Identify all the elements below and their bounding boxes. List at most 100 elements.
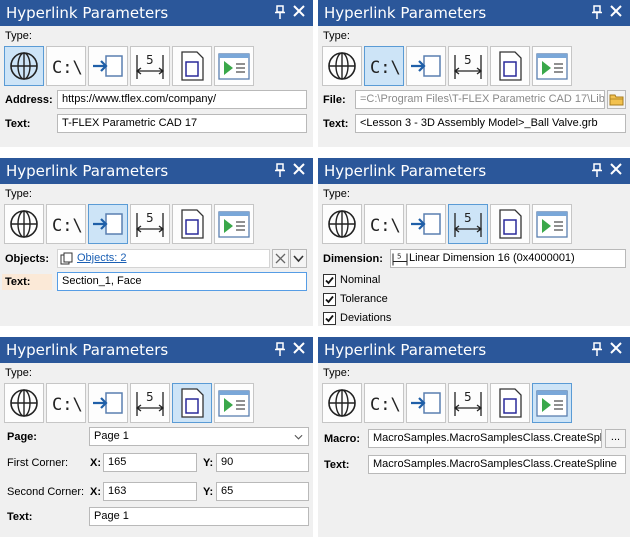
drive-path-icon: C:\ (370, 395, 401, 415)
close-icon[interactable] (293, 163, 305, 175)
type-icon-bar: C:\ 5 (322, 383, 574, 423)
address-input[interactable]: https://www.tflex.com/company/ (57, 90, 307, 109)
type-page-button[interactable] (172, 204, 212, 244)
svg-text:5: 5 (464, 390, 472, 404)
type-label: Type: (5, 367, 32, 379)
text-input[interactable]: Page 1 (89, 507, 309, 526)
type-object-button[interactable] (406, 204, 446, 244)
svg-text:5: 5 (464, 211, 472, 225)
text-input[interactable]: Section_1, Face (57, 272, 307, 291)
first-corner-y-input[interactable]: 90 (216, 453, 309, 472)
type-url-button[interactable] (322, 204, 362, 244)
deviations-checkbox[interactable] (323, 312, 336, 325)
type-file-button[interactable]: C:\ (364, 204, 404, 244)
type-object-button[interactable] (88, 383, 128, 423)
file-path-input[interactable]: =C:\Program Files\T-FLEX Parametric CAD … (355, 90, 605, 109)
type-page-button[interactable] (172, 46, 212, 86)
type-object-button[interactable] (406, 46, 446, 86)
text-input[interactable]: T-FLEX Parametric CAD 17 (57, 114, 307, 133)
type-icon-bar: C:\ 5 (4, 46, 256, 86)
globe-icon (328, 389, 356, 417)
type-file-button[interactable]: C:\ (46, 383, 86, 423)
type-dimension-button[interactable]: 5 (448, 383, 488, 423)
second-corner-y-input[interactable]: 65 (216, 482, 309, 501)
type-file-button[interactable]: C:\ (46, 204, 86, 244)
second-y-label: Y: (203, 486, 214, 498)
panel-title: Hyperlink Parameters (6, 162, 169, 180)
text-input[interactable]: MacroSamples.MacroSamplesClass.CreateSpl… (368, 455, 626, 474)
close-icon[interactable] (610, 5, 622, 17)
type-dimension-button[interactable]: 5 (448, 204, 488, 244)
dimension-small-icon: 5 (392, 253, 408, 266)
globe-icon (328, 210, 356, 238)
type-macro-button[interactable] (532, 383, 572, 423)
panel-title-bar: Hyperlink Parameters (318, 0, 630, 26)
page-select[interactable]: Page 1 (89, 427, 309, 446)
pin-icon[interactable] (592, 342, 602, 356)
text-input[interactable]: <Lesson 3 - 3D Assembly Model>_Ball Valv… (355, 114, 626, 133)
type-label: Type: (323, 30, 350, 42)
dimension-icon: 5 (135, 53, 165, 79)
browse-folder-button[interactable] (607, 90, 626, 109)
type-page-button[interactable] (490, 204, 530, 244)
close-icon[interactable] (293, 5, 305, 17)
tolerance-checkbox[interactable] (323, 293, 336, 306)
type-page-button[interactable] (490, 383, 530, 423)
close-icon[interactable] (293, 342, 305, 354)
macro-input[interactable]: MacroSamples.MacroSamplesClass.CreateSpl… (368, 429, 602, 448)
type-icon-bar: C:\ 5 (4, 204, 256, 244)
macro-label: Macro: (324, 433, 361, 445)
macro-browse-button[interactable]: ... (605, 429, 626, 448)
type-file-button[interactable]: C:\ (46, 46, 86, 86)
type-file-button[interactable]: C:\ (364, 46, 404, 86)
close-icon[interactable] (610, 342, 622, 354)
objects-dropdown-button[interactable] (290, 249, 307, 268)
pin-icon[interactable] (275, 163, 285, 177)
globe-icon (10, 389, 38, 417)
close-icon[interactable] (610, 163, 622, 175)
object-arrow-icon (93, 392, 123, 414)
objects-field[interactable]: Objects: 2 (57, 249, 270, 268)
dimension-field[interactable]: 5 Linear Dimension 16 (0x4000001) (390, 249, 626, 268)
dimension-icon: 5 (135, 390, 165, 416)
type-macro-button[interactable] (532, 204, 572, 244)
checkmark-icon (325, 276, 334, 285)
page-icon (181, 51, 204, 81)
type-dimension-button[interactable]: 5 (130, 383, 170, 423)
pin-icon[interactable] (592, 5, 602, 19)
pin-icon[interactable] (592, 163, 602, 177)
type-url-button[interactable] (322, 383, 362, 423)
type-dimension-button[interactable]: 5 (130, 46, 170, 86)
type-url-button[interactable] (322, 46, 362, 86)
svg-text:C:\: C:\ (52, 216, 83, 236)
type-macro-button[interactable] (532, 46, 572, 86)
type-object-button[interactable] (88, 46, 128, 86)
type-macro-button[interactable] (214, 383, 254, 423)
type-page-button[interactable] (172, 383, 212, 423)
type-url-button[interactable] (4, 46, 44, 86)
panel-title-bar: Hyperlink Parameters (318, 337, 630, 363)
second-corner-x-input[interactable]: 163 (103, 482, 197, 501)
pin-icon[interactable] (275, 342, 285, 356)
svg-text:C:\: C:\ (370, 58, 401, 78)
type-object-button[interactable] (406, 383, 446, 423)
objects-link[interactable]: Objects: 2 (77, 252, 127, 264)
nominal-checkbox[interactable] (323, 274, 336, 287)
macro-icon (218, 53, 250, 80)
type-macro-button[interactable] (214, 46, 254, 86)
type-object-button[interactable] (88, 204, 128, 244)
clear-objects-button[interactable] (272, 249, 289, 268)
type-page-button[interactable] (490, 46, 530, 86)
type-dimension-button[interactable]: 5 (448, 46, 488, 86)
type-macro-button[interactable] (214, 204, 254, 244)
pin-icon[interactable] (275, 5, 285, 19)
type-url-button[interactable] (4, 204, 44, 244)
folder-icon (609, 94, 624, 106)
panel-title-bar: Hyperlink Parameters (0, 0, 313, 26)
first-corner-x-input[interactable]: 165 (103, 453, 197, 472)
hyperlink-panel-file: Hyperlink Parameters Type: C:\ 5 File: =… (318, 0, 630, 147)
type-dimension-button[interactable]: 5 (130, 204, 170, 244)
type-url-button[interactable] (4, 383, 44, 423)
svg-text:C:\: C:\ (370, 395, 401, 415)
type-file-button[interactable]: C:\ (364, 383, 404, 423)
